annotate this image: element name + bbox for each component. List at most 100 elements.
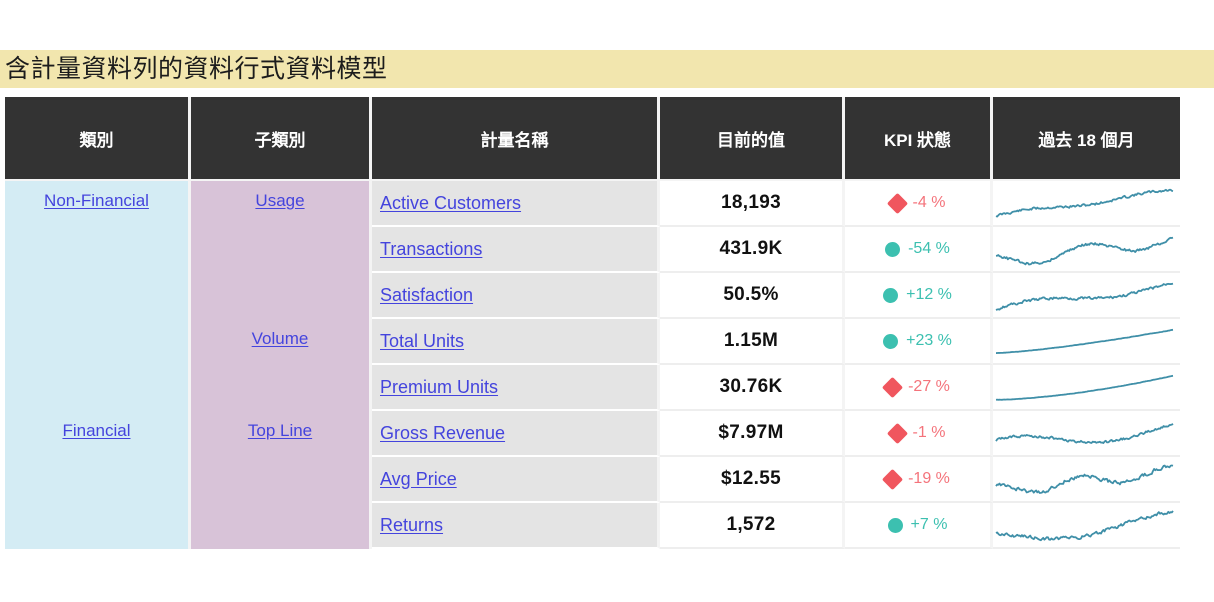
metric-link[interactable]: Avg Price (372, 469, 457, 490)
category-link[interactable]: Non-Financial (5, 181, 188, 211)
current-value-cell: 30.76K (660, 365, 845, 411)
sparkline-chart (993, 183, 1176, 223)
column-header-kpi[interactable]: KPI 狀態 (845, 97, 993, 181)
current-value-cell: 1,572 (660, 503, 845, 549)
current-value: $12.55 (721, 468, 781, 489)
kpi-circle-icon (885, 242, 900, 257)
title-banner: 含計量資料列的資料行式資料模型 (0, 50, 1214, 88)
kpi-status-cell: -27 % (845, 365, 993, 411)
kpi-status-cell: -54 % (845, 227, 993, 273)
subcategory-cell[interactable]: Top Line (191, 411, 372, 549)
current-value-cell: 1.15M (660, 319, 845, 365)
kpi-delta-value: +12 % (906, 286, 952, 304)
kpi-status-badge: +7 % (845, 516, 990, 534)
kpi-status-cell: -1 % (845, 411, 993, 457)
kpi-status-cell: -4 % (845, 181, 993, 227)
metric-name-cell[interactable]: Active Customers (372, 181, 660, 227)
metric-name-cell[interactable]: Avg Price (372, 457, 660, 503)
kpi-status-badge: -4 % (845, 194, 990, 212)
kpi-status-badge: -1 % (845, 424, 990, 442)
kpi-status-badge: -19 % (845, 470, 990, 488)
metric-link[interactable]: Returns (372, 515, 443, 536)
kpi-delta-value: -54 % (908, 240, 950, 258)
sparkline-chart (993, 367, 1176, 407)
kpi-status-badge: +12 % (845, 286, 990, 304)
sparkline-chart (993, 275, 1176, 315)
table-row: FinancialTop LineGross Revenue $7.97M -1 % (5, 411, 1180, 457)
sparkline-cell (993, 273, 1180, 319)
kpi-delta-value: -27 % (908, 378, 950, 396)
column-header-metric[interactable]: 計量名稱 (372, 97, 660, 181)
current-value-cell: $7.97M (660, 411, 845, 457)
kpi-status-badge: -54 % (845, 240, 990, 258)
current-value-cell: 50.5% (660, 273, 845, 319)
column-header-subcategory[interactable]: 子類別 (191, 97, 372, 181)
kpi-status-badge: -27 % (845, 378, 990, 396)
subcategory-link[interactable]: Volume (191, 319, 369, 349)
current-value: $7.97M (718, 422, 783, 443)
column-header-category[interactable]: 類別 (5, 97, 191, 181)
kpi-delta-value: -4 % (913, 194, 946, 212)
header-row: 類別 子類別 計量名稱 目前的值 KPI 狀態 過去 18 個月 (5, 97, 1180, 181)
sparkline-cell (993, 319, 1180, 365)
metric-name-cell[interactable]: Transactions (372, 227, 660, 273)
sparkline-chart (993, 459, 1176, 499)
kpi-delta-value: +7 % (911, 516, 948, 534)
sparkline-cell (993, 411, 1180, 457)
sparkline-chart (993, 413, 1176, 453)
column-header-value[interactable]: 目前的值 (660, 97, 845, 181)
subcategory-link[interactable]: Top Line (191, 411, 369, 441)
metrics-table: 類別 子類別 計量名稱 目前的值 KPI 狀態 過去 18 個月 Non-Fin… (5, 97, 1180, 549)
sparkline-chart (993, 321, 1176, 361)
kpi-delta-value: -1 % (913, 424, 946, 442)
kpi-circle-icon (888, 518, 903, 533)
current-value: 30.76K (719, 376, 782, 397)
kpi-circle-icon (883, 334, 898, 349)
kpi-status-cell: +23 % (845, 319, 993, 365)
current-value-cell: 431.9K (660, 227, 845, 273)
kpi-delta-value: -19 % (908, 470, 950, 488)
metric-link[interactable]: Gross Revenue (372, 423, 505, 444)
subcategory-cell[interactable]: Usage (191, 181, 372, 319)
category-link[interactable]: Financial (5, 411, 188, 441)
sparkline-cell (993, 503, 1180, 549)
category-cell[interactable]: Non-Financial (5, 181, 191, 411)
metric-link[interactable]: Premium Units (372, 377, 498, 398)
sparkline-cell (993, 365, 1180, 411)
sparkline-chart (993, 229, 1176, 269)
kpi-diamond-icon (882, 376, 903, 397)
kpi-status-badge: +23 % (845, 332, 990, 350)
current-value: 431.9K (719, 238, 782, 259)
sparkline-cell (993, 181, 1180, 227)
kpi-delta-value: +23 % (906, 332, 952, 350)
metric-name-cell[interactable]: Satisfaction (372, 273, 660, 319)
metric-link[interactable]: Satisfaction (372, 285, 473, 306)
kpi-status-cell: +7 % (845, 503, 993, 549)
current-value: 18,193 (721, 192, 781, 213)
current-value: 50.5% (723, 284, 778, 305)
kpi-diamond-icon (886, 422, 907, 443)
metric-link[interactable]: Transactions (372, 239, 482, 260)
kpi-status-cell: +12 % (845, 273, 993, 319)
subcategory-link[interactable]: Usage (191, 181, 369, 211)
metric-link[interactable]: Active Customers (372, 193, 521, 214)
column-header-sparkline[interactable]: 過去 18 個月 (993, 97, 1180, 181)
sparkline-cell (993, 227, 1180, 273)
table-row: Non-FinancialUsageActive Customers 18,193… (5, 181, 1180, 227)
table-header: 類別 子類別 計量名稱 目前的值 KPI 狀態 過去 18 個月 (5, 97, 1180, 181)
metric-name-cell[interactable]: Gross Revenue (372, 411, 660, 457)
subcategory-cell[interactable]: Volume (191, 319, 372, 411)
metric-link[interactable]: Total Units (372, 331, 464, 352)
current-value: 1,572 (726, 514, 775, 535)
current-value: 1.15M (724, 330, 778, 351)
metric-name-cell[interactable]: Premium Units (372, 365, 660, 411)
category-cell[interactable]: Financial (5, 411, 191, 549)
metric-name-cell[interactable]: Total Units (372, 319, 660, 365)
current-value-cell: 18,193 (660, 181, 845, 227)
kpi-status-cell: -19 % (845, 457, 993, 503)
sparkline-chart (993, 505, 1176, 545)
page-title: 含計量資料列的資料行式資料模型 (0, 50, 388, 88)
metric-name-cell[interactable]: Returns (372, 503, 660, 549)
kpi-diamond-icon (882, 468, 903, 489)
table-body: Non-FinancialUsageActive Customers 18,193… (5, 181, 1180, 549)
